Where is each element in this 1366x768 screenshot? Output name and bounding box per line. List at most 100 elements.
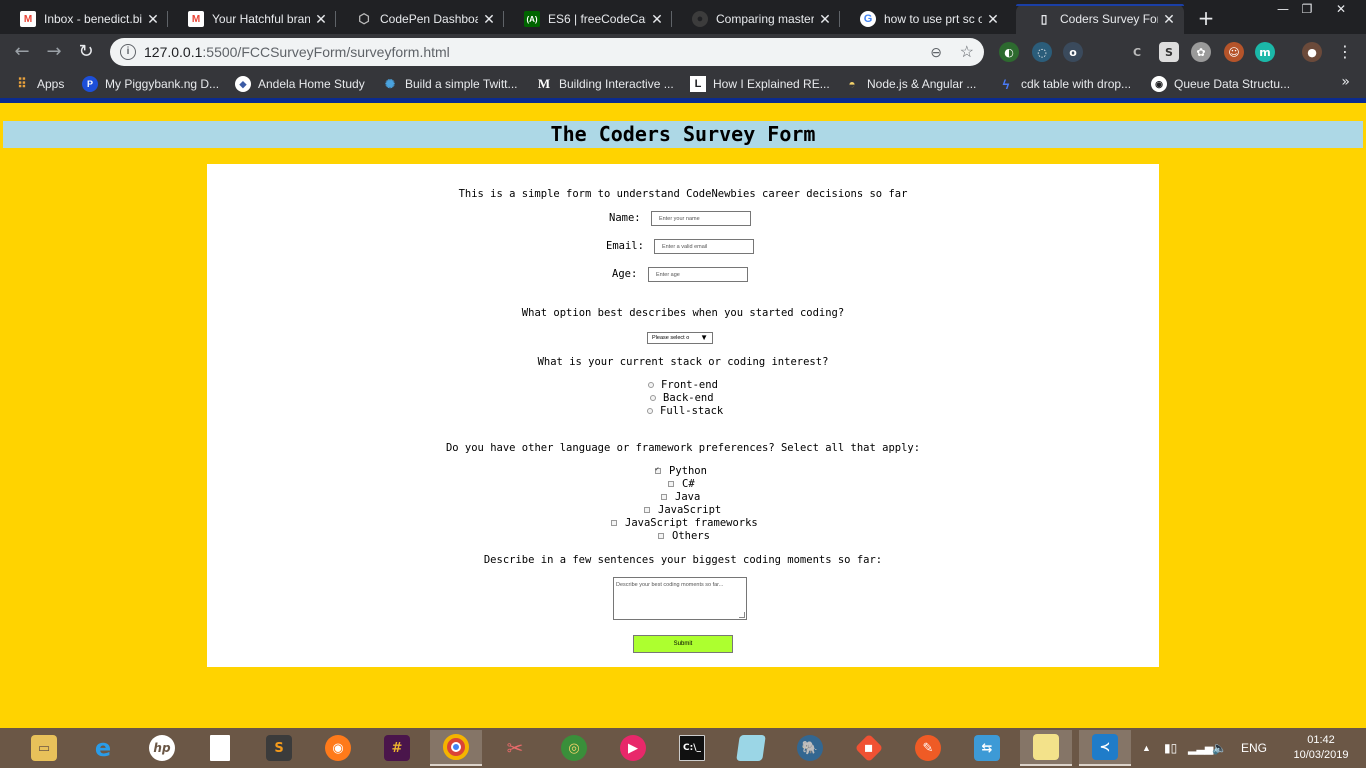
checkbox[interactable] [611,520,617,526]
checkbox-option[interactable]: JavaScript [644,504,721,516]
firefox-icon[interactable]: ◉ [312,730,364,766]
extension-globe-icon[interactable]: ◐ [999,42,1019,62]
bookmark-explained[interactable]: L How I Explained RE... [690,75,830,93]
profile-avatar[interactable]: ● [1302,42,1322,62]
tray-overflow-icon[interactable]: ▲ [1142,728,1151,768]
slack-icon[interactable]: # [371,730,423,766]
checkbox-option[interactable]: Others [658,530,710,542]
close-window-button[interactable]: ✕ [1326,0,1356,18]
menu-kebab-icon[interactable]: ⋮ [1334,41,1356,63]
checkbox[interactable] [658,533,664,539]
close-tab-icon[interactable]: ✕ [650,11,664,28]
taskbar-clock[interactable]: 01:42 10/03/2019 [1290,733,1352,763]
close-tab-icon[interactable]: ✕ [986,11,1000,28]
back-arrow-icon[interactable]: ← [11,41,33,63]
checkbox[interactable] [661,494,667,500]
header-band: The Coders Survey Form [3,121,1363,148]
sublime-text-icon[interactable]: S [253,730,305,766]
bookmark-piggybank[interactable]: P My Piggybank.ng D... [82,75,219,93]
close-tab-icon[interactable]: ✕ [818,11,832,28]
extension-badge-icon[interactable]: ☺ [1224,42,1244,62]
globe-icon[interactable]: ◎ [548,730,600,766]
tab-title: CodePen Dashboar [380,12,478,26]
radio-button[interactable] [650,395,656,401]
tab-codepen[interactable]: ⬡ CodePen Dashboar ✕ [336,4,504,34]
radio-option[interactable]: Back-end [650,392,714,404]
hp-icon[interactable]: hp [136,730,188,766]
email-input[interactable]: Enter a valid email [654,239,754,254]
checkbox[interactable] [668,481,674,487]
restore-button[interactable]: ❐ [1292,0,1322,18]
battery-icon[interactable]: ▮▯ [1164,728,1177,768]
bookmark-medium[interactable]: M Building Interactive ... [536,75,674,93]
bookmark-node-angular[interactable]: ◓ Node.js & Angular ... [844,75,976,93]
language-indicator[interactable]: ENG [1241,728,1267,768]
tab-github[interactable]: ● Comparing master.. ✕ [672,4,840,34]
checkbox[interactable] [644,507,650,513]
tab-freecodecamp[interactable]: (A) ES6 | freeCodeCam ✕ [504,4,672,34]
network-icon[interactable]: ⇆ [961,730,1013,766]
bookmark-apps[interactable]: ⠿ Apps [14,75,64,93]
bookmark-star-icon[interactable]: ☆ [960,42,974,62]
forward-arrow-icon[interactable]: → [43,41,65,63]
bookmark-andela[interactable]: ◆ Andela Home Study [235,75,365,93]
resize-handle-icon[interactable] [739,612,745,618]
extension-swirl-icon[interactable]: ◌ [1032,42,1052,62]
site-info-icon[interactable]: i [120,44,136,60]
zoom-icon[interactable]: ⊖ [930,44,942,61]
age-input[interactable]: Enter age [648,267,748,282]
submit-button[interactable]: Submit [633,635,733,653]
close-tab-icon[interactable]: ✕ [146,11,160,28]
checkbox-option[interactable]: C# [668,478,695,490]
postman-icon[interactable]: ✎ [902,730,954,766]
sticky-notes-icon[interactable] [1020,730,1072,766]
internet-explorer-icon[interactable]: e [77,730,129,766]
extension-m-icon[interactable]: m [1255,42,1275,62]
radio-button[interactable] [647,408,653,414]
file-explorer-icon[interactable]: ▭ [18,730,70,766]
snipping-tool-icon[interactable]: ✂ [489,730,541,766]
bookmark-label: Build a simple Twitt... [405,77,518,91]
new-tab-button[interactable]: + [1196,6,1216,30]
notepad-icon[interactable] [194,730,246,766]
bookmarks-overflow-icon[interactable]: » [1341,74,1350,90]
start-coding-select[interactable]: Please select o ▼ [647,332,713,344]
git-icon[interactable]: ◆ [843,730,895,766]
terminal-icon[interactable]: C:\_ [666,730,718,766]
checkbox-option[interactable]: Python [655,465,707,477]
bookmark-cdk-table[interactable]: ϟ cdk table with drop... [998,75,1132,93]
signal-icon[interactable]: ▂▃▅ [1188,728,1213,768]
volume-icon[interactable]: 🔈 [1212,728,1227,768]
tab-gmail-inbox[interactable]: M Inbox - benedict.bi ✕ [0,4,168,34]
checkbox-option[interactable]: JavaScript frameworks [611,517,758,529]
checkbox-option[interactable]: Java [661,491,700,503]
close-tab-icon[interactable]: ✕ [482,11,496,28]
bookmark-queue[interactable]: ◉ Queue Data Structu... [1151,75,1290,93]
bookmark-label: Node.js & Angular ... [867,77,977,91]
moments-textarea[interactable]: Describe your best coding moments so far… [613,577,747,620]
notes-icon[interactable] [725,730,777,766]
name-input[interactable]: Enter your name [651,211,751,226]
extension-s-icon[interactable]: S [1159,42,1179,62]
tab-coders-survey[interactable]: ▯ Coders Survey Form ✕ [1016,4,1184,34]
address-bar[interactable]: i 127.0.0.1:5500/FCCSurveyForm/surveyfor… [110,38,984,66]
postgresql-icon[interactable]: 🐘 [784,730,836,766]
radio-button[interactable] [648,382,654,388]
tab-title: how to use prt sc o [884,12,982,26]
reload-icon[interactable]: ↻ [75,41,97,63]
extension-grey-icon[interactable]: ✿ [1191,42,1211,62]
tab-hatchful[interactable]: M Your Hatchful brand ✕ [168,4,336,34]
media-player-icon[interactable]: ▶ [607,730,659,766]
vscode-icon[interactable]: ≺ [1079,730,1131,766]
tab-google-search[interactable]: G how to use prt sc o ✕ [840,4,1008,34]
extension-c-icon[interactable]: C [1127,42,1147,62]
radio-option[interactable]: Front-end [648,379,718,391]
bookmark-twitter-build[interactable]: ✺ Build a simple Twitt... [382,75,518,93]
radio-option[interactable]: Full-stack [647,405,723,417]
checkbox[interactable] [655,465,661,474]
chrome-icon[interactable] [430,730,482,766]
close-tab-icon[interactable]: ✕ [1162,11,1176,28]
url-path: :5500/FCCSurveyForm/surveyform.html [202,44,450,60]
close-tab-icon[interactable]: ✕ [314,11,328,28]
extension-o-icon[interactable]: o [1063,42,1083,62]
